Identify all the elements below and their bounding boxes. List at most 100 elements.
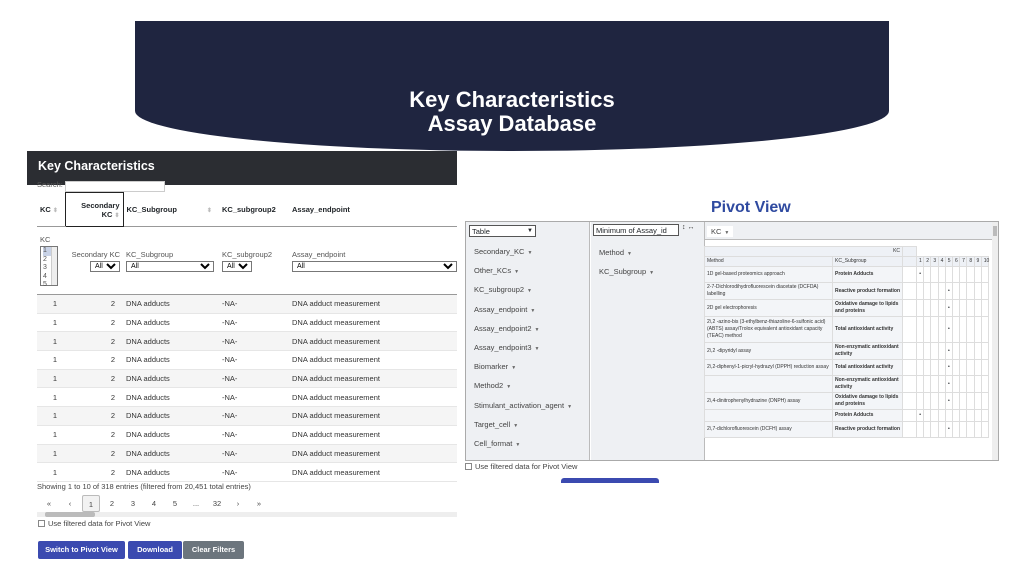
table-cell: DNA adduct measurement [289,387,457,408]
list-scrollbar[interactable] [51,247,57,285]
pivot-row-label-method: Method [704,256,833,267]
page-link[interactable]: ... [187,495,205,512]
pivot-attr[interactable]: Stimulant_activation_agent ▼ [470,399,577,411]
page-link[interactable]: 3 [124,495,142,512]
pivot-value-cell [923,299,932,317]
pivot-value-cell [937,299,946,317]
page-link[interactable]: » [250,495,268,512]
table-row[interactable]: 1 2 DNA adducts -NA- DNA adduct measurement [37,462,457,482]
renderer-select[interactable]: Table ▼ [469,225,536,237]
pivot-row-subgroup: Non-enzymatic antioxidant activity [831,342,904,360]
pivot-attr[interactable]: Target_cell ▼ [470,418,523,430]
row-attr-kc-subgroup[interactable]: KC_Subgroup ▼ [595,266,659,277]
pivot-value-cell [916,282,925,300]
pivot-value-cell [916,316,925,343]
page-link[interactable]: 1 [82,495,100,512]
pivot-value-cell [951,299,961,317]
pivot-row: Protein Adducts • [704,409,990,422]
table-row[interactable]: 1 2 DNA adducts -NA- DNA adduct measurement [37,350,457,370]
kc-subgroup-filter[interactable]: All [126,260,214,272]
table-row[interactable]: 1 2 DNA adducts -NA- DNA adduct measurement [37,294,457,314]
use-filtered-checkbox-left[interactable]: Use filtered data for Pivot View [38,519,150,528]
table-cell: 1 [37,462,65,482]
assay-endpoint-filter[interactable]: All [292,260,457,272]
table-cell: 1 [37,369,65,389]
checkbox-box[interactable] [465,463,472,470]
pivot-attr[interactable]: Other_KCs ▼ [470,265,524,277]
aggregator-select[interactable]: Minimum of Assay_id [593,224,679,236]
scrollbar-thumb[interactable] [993,226,997,236]
pivot-attr[interactable]: Cell_format ▼ [470,438,525,449]
pivot-output-table: KC Method KC_Subgroup 1 2 3 4 5 6 7 8 9 10 1D gel… [703,246,990,438]
secondary-kc-filter[interactable]: All [90,260,120,272]
col-attr-kc[interactable]: KC ▼ [707,226,734,237]
table-row[interactable]: 1 2 DNA adducts -NA- DNA adduct measurement [37,425,457,445]
page-link[interactable]: 4 [145,495,163,512]
pivot-value-cell [951,266,961,283]
clear-filters-button[interactable]: Clear Filters [183,541,244,559]
pivot-attr[interactable]: KC_subgroup2 ▼ [470,284,536,296]
sort-order-icon[interactable]: ↕ ↔ [682,224,694,231]
kc-filter-list[interactable]: 1 2 3 4 5 [40,246,58,288]
horizontal-scrollbar[interactable] [37,512,457,517]
pivot-value-cell [973,342,982,360]
pivot-attr[interactable]: Assay_endpoint3 ▼ [470,342,544,353]
pivot-attr[interactable]: Assay_endpoint2 ▼ [470,322,544,334]
row-attr-method[interactable]: Method ▼ [595,247,636,258]
page-link[interactable]: « [40,495,58,512]
page-link[interactable]: 2 [103,495,121,512]
vertical-scrollbar[interactable] [992,222,998,460]
table-row[interactable]: 1 2 DNA adducts -NA- DNA adduct measurement [37,331,457,352]
table-row[interactable]: 1 2 DNA adducts -NA- DNA adduct measurement [37,369,457,389]
sort-icon: ⬍ [206,207,212,214]
pivot-attr[interactable]: Method2 ▼ [470,380,516,392]
dropdown-arrow-icon: ▼ [513,422,519,429]
use-filtered-checkbox-right[interactable]: Use filtered data for Pivot View [465,462,577,471]
pivot-row-method [704,375,833,393]
table-cell: DNA adduct measurement [289,444,457,464]
dropdown-arrow-icon: ▼ [527,288,532,295]
checkbox-box[interactable] [38,520,45,527]
search-input[interactable] [65,181,165,192]
pivot-value-cell [966,342,975,360]
download-button[interactable]: Download [128,541,182,559]
pivot-row-subgroup: Non-enzymatic antioxidant activity [831,375,904,393]
col-header-secondary-kc[interactable]: Secondary KC ⬍ [64,192,124,227]
pivot-row-subgroup: Reactive product formation [831,282,904,300]
table-row[interactable]: 1 2 DNA adducts -NA- DNA adduct measurement [37,406,457,426]
pivot-col-header: 2 [923,256,932,267]
col-header-kc-subgroup2[interactable]: KC_subgroup2 [219,192,289,227]
dropdown-arrow-icon: ▼ [649,270,655,276]
pivot-attr[interactable]: Assay_endpoint ▼ [470,303,540,315]
pivot-value-cell [930,316,939,343]
table-cell: 1 [37,313,65,333]
table-row[interactable]: 1 2 DNA adducts -NA- DNA adduct measurement [37,387,457,408]
table-cell: 2 [65,462,123,482]
page-link[interactable]: 5 [166,495,184,512]
pivot-value-cell: • [944,359,953,376]
table-row[interactable]: 1 2 DNA adducts -NA- DNA adduct measurement [37,444,457,464]
pivot-value-cell [980,375,990,393]
dropdown-arrow-icon: ▼ [514,269,520,276]
scrollbar-thumb[interactable] [45,512,95,517]
page-link[interactable]: › [229,495,247,512]
table-cell: DNA adduct measurement [289,331,457,352]
page-link[interactable]: ‹ [61,495,79,512]
table-cell: DNA adducts [123,294,219,314]
table-row[interactable]: 1 2 DNA adducts -NA- DNA adduct measurement [37,313,457,333]
partial-button[interactable] [561,478,659,483]
col-header-kc-subgroup[interactable]: KC_Subgroup ⬍ [123,192,219,227]
dropdown-arrow-icon: ▼ [515,442,521,448]
col-header-assay-endpoint[interactable]: Assay_endpoint [289,192,457,227]
table-cell: 2 [65,350,123,370]
pivot-value-cell [923,342,932,360]
kc-subgroup2-filter[interactable]: All [222,260,252,272]
page-link[interactable]: 32 [208,495,226,512]
pivot-attr[interactable]: Biomarker ▼ [470,361,521,373]
banner-title-line2: Assay Database [427,111,597,136]
switch-to-pivot-button[interactable]: Switch to Pivot View [38,541,125,559]
pivot-attr[interactable]: Secondary_KC ▼ [470,246,537,257]
pivot-value-cell [959,359,968,376]
table-cell: DNA adduct measurement [289,462,457,482]
col-header-kc[interactable]: KC ⬍ [37,192,65,227]
